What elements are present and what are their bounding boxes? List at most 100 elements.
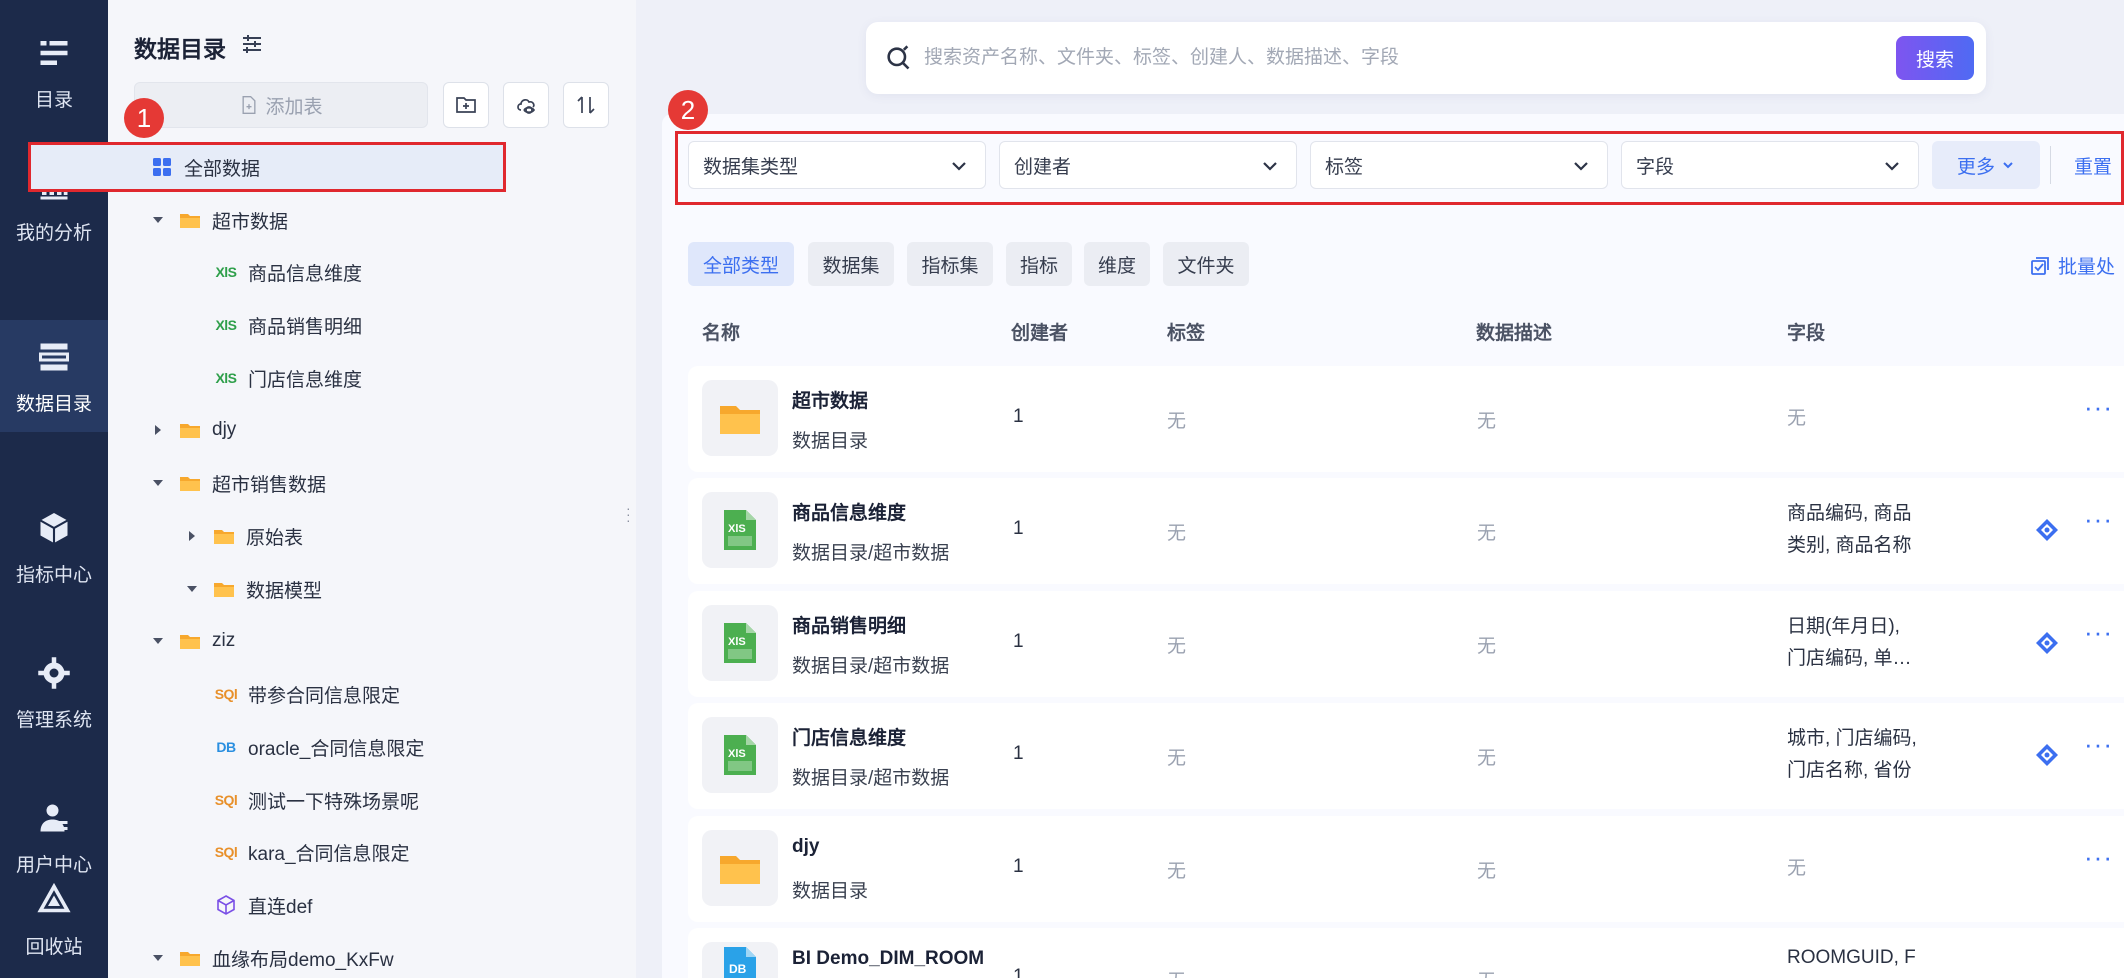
tab-dataset[interactable]: 数据集 — [808, 242, 894, 286]
table-row[interactable]: XlS 商品信息维度 数据目录/超市数据 1 无 无 商品编码, 商品 类别, … — [688, 478, 2124, 584]
sort-button[interactable] — [563, 82, 609, 128]
dataset-type-select[interactable]: 数据集类型 — [688, 141, 986, 189]
cloud-sync-button[interactable] — [503, 82, 549, 128]
user-icon — [34, 798, 74, 838]
caret-down-icon[interactable] — [148, 631, 168, 651]
tree-item-sql[interactable]: SQl 测试一下特殊场景呢 — [214, 780, 419, 820]
tree-item-label: 门店信息维度 — [248, 369, 363, 391]
tree-item-table[interactable]: XlS 商品销售明细 — [214, 305, 362, 345]
nav-item-data-catalog[interactable]: 数据目录 — [0, 320, 108, 432]
svg-text:XlS: XlS — [728, 748, 746, 760]
table-row[interactable]: djy 数据目录 1 无 无 无 ··· — [688, 816, 2124, 922]
search-button[interactable]: 搜索 — [1896, 36, 1974, 80]
tab-metric-set[interactable]: 指标集 — [907, 242, 993, 286]
folder-add-icon — [456, 97, 476, 113]
tab-metric[interactable]: 指标 — [1006, 242, 1072, 286]
row-fields-line: 日期(年月日), — [1787, 616, 1900, 637]
caret-down-icon[interactable] — [182, 579, 202, 599]
tree-item-model[interactable]: 直连def — [214, 885, 312, 925]
row-name[interactable]: djy — [792, 836, 819, 858]
tree-item-label: 直连def — [248, 896, 313, 918]
caret-down-icon[interactable] — [148, 210, 168, 230]
creator-select[interactable]: 创建者 — [999, 141, 1297, 189]
tree-item-sql[interactable]: SQl 带参合同信息限定 — [214, 674, 400, 714]
more-actions-icon[interactable]: ··· — [2084, 392, 2113, 423]
tab-all-types[interactable]: 全部类型 — [688, 242, 794, 286]
more-actions-icon[interactable]: ··· — [2084, 842, 2113, 873]
table-row[interactable]: XlS 门店信息维度 数据目录/超市数据 1 无 无 城市, 门店编码, 门店名… — [688, 703, 2124, 809]
add-table-button[interactable]: 添加表 — [134, 82, 428, 128]
tree-item-table[interactable]: XlS 商品信息维度 — [214, 252, 362, 292]
nav-item-recycle-bin[interactable]: 回收站 — [0, 860, 108, 978]
tree-item-folder[interactable]: 超市数据 — [148, 200, 288, 240]
select-value: 字段 — [1636, 156, 1675, 178]
row-description: 无 — [1477, 861, 1497, 882]
nav-item-admin-system[interactable]: 管理系统 — [0, 620, 108, 765]
svg-text:XlS: XlS — [728, 636, 746, 648]
row-fields: 无 — [1787, 853, 1947, 885]
new-folder-button[interactable] — [443, 82, 489, 128]
filter-settings-icon[interactable] — [240, 32, 264, 56]
reset-button[interactable]: 重置 — [2074, 152, 2112, 179]
row-description: 无 — [1477, 966, 1496, 978]
caret-right-icon[interactable] — [148, 420, 168, 440]
lineage-icon[interactable] — [2033, 629, 2061, 657]
batch-process-button[interactable]: 批量处 — [2030, 252, 2115, 279]
tab-folder[interactable]: 文件夹 — [1163, 242, 1249, 286]
tag-select[interactable]: 标签 — [1310, 141, 1608, 189]
more-actions-icon[interactable]: ··· — [2084, 729, 2113, 760]
more-actions-icon[interactable]: ··· — [2084, 617, 2113, 648]
caret-down-icon[interactable] — [148, 948, 168, 968]
tree-item-folder[interactable]: 数据模型 — [182, 569, 322, 609]
nav-item-metrics-center[interactable]: 指标中心 — [0, 475, 108, 620]
tab-dimension[interactable]: 维度 — [1084, 242, 1150, 286]
column-header-creator: 创建者 — [1011, 323, 1069, 344]
add-table-label: 添加表 — [265, 96, 323, 118]
tree-item-folder[interactable]: 原始表 — [182, 516, 303, 556]
tree-item-folder[interactable]: 超市销售数据 — [148, 463, 326, 503]
tree-item-sql[interactable]: SQl kara_合同信息限定 — [214, 832, 410, 872]
table-row[interactable]: 超市数据 数据目录 1 无 无 无 ··· — [688, 366, 2124, 472]
row-name[interactable]: 超市数据 — [792, 386, 868, 413]
tree-item-folder[interactable]: 血缘布局demo_KxFw — [148, 938, 394, 978]
tree-item-folder[interactable]: ziz — [148, 621, 235, 661]
tree-item-label: ziz — [212, 630, 236, 651]
row-description: 无 — [1477, 748, 1497, 769]
table-row[interactable]: DB BI Demo_DIM_ROOM 1 无 无 ROOMGUID, F — [688, 928, 2124, 978]
annotation-badge-2: 2 — [668, 90, 708, 130]
lineage-icon[interactable] — [2033, 741, 2061, 769]
nav-item-catalog[interactable]: 目录 — [0, 0, 108, 145]
nav-label: 目录 — [34, 90, 73, 111]
more-actions-icon[interactable]: ··· — [2084, 504, 2113, 535]
tree-item-all-data[interactable]: 全部数据 — [150, 147, 260, 187]
search-icon — [884, 44, 912, 72]
search-input[interactable] — [924, 40, 1864, 76]
folder-icon — [212, 524, 236, 548]
tree-item-folder[interactable]: djy — [148, 410, 236, 450]
table-row[interactable]: XlS 商品销售明细 数据目录/超市数据 1 无 无 日期(年月日), 门店编码… — [688, 591, 2124, 697]
tree-item-table[interactable]: XlS 门店信息维度 — [214, 358, 362, 398]
more-label: 更多 — [1956, 156, 1995, 178]
tree-item-db[interactable]: DB oracle_合同信息限定 — [214, 727, 424, 767]
tree-item-label: 原始表 — [246, 527, 304, 549]
panel-resize-handle[interactable]: · · · — [626, 501, 631, 527]
row-name[interactable]: 门店信息维度 — [792, 723, 906, 750]
row-name[interactable]: BI Demo_DIM_ROOM — [792, 948, 984, 970]
row-description: 无 — [1477, 411, 1497, 432]
row-path: 数据目录/超市数据 — [792, 656, 950, 677]
row-name[interactable]: 商品销售明细 — [792, 611, 906, 638]
row-tag: 无 — [1167, 411, 1187, 432]
caret-right-icon[interactable] — [182, 526, 202, 546]
data-catalog-icon — [34, 337, 74, 377]
lineage-icon[interactable] — [2033, 516, 2061, 544]
nav-label: 管理系统 — [15, 710, 92, 731]
grid-icon — [150, 155, 174, 179]
catalog-list-icon — [34, 33, 74, 73]
row-name[interactable]: 商品信息维度 — [792, 498, 906, 525]
tree-item-label: 血缘布局demo_KxFw — [212, 949, 394, 971]
field-select[interactable]: 字段 — [1621, 141, 1919, 189]
more-filters-button[interactable]: 更多 — [1932, 141, 2040, 189]
row-fields-line: ROOMGUID, F — [1787, 947, 1916, 968]
row-fields-line: 门店名称, 省份 — [1787, 760, 1912, 781]
caret-down-icon[interactable] — [148, 473, 168, 493]
